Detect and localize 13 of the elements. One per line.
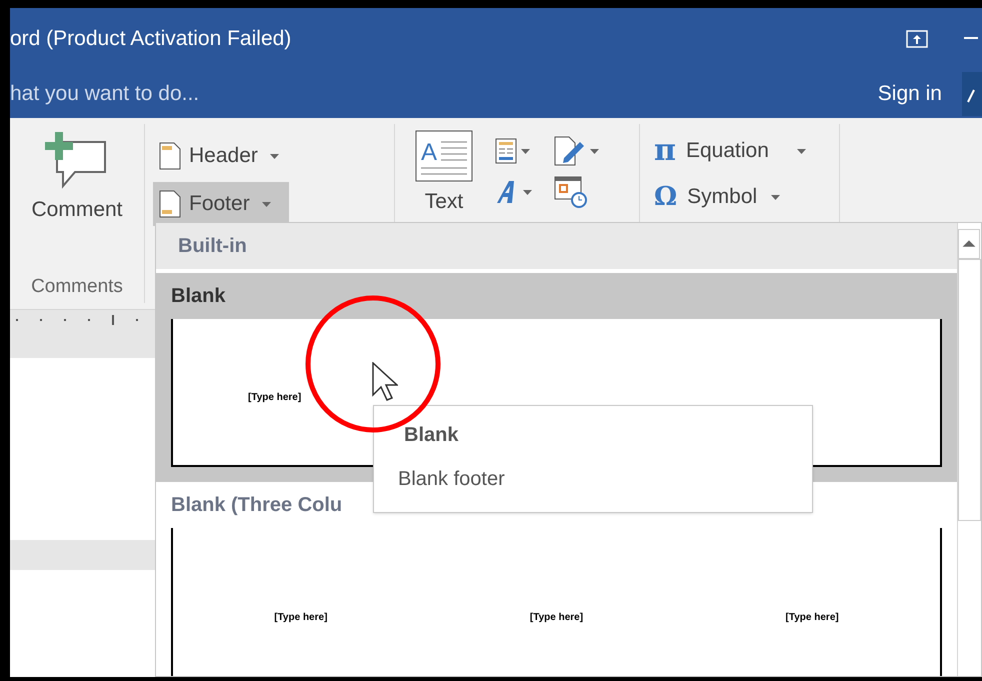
- group-label: Comments: [31, 274, 123, 298]
- window-title: ord (Product Activation Failed): [10, 26, 292, 52]
- placeholder-text: [Type here]: [530, 610, 584, 624]
- item-title: Blank: [171, 284, 226, 309]
- placeholder-text: [Type here]: [786, 610, 839, 624]
- omega-icon: Ω: [654, 184, 678, 210]
- group-label: Text: [424, 190, 464, 214]
- placeholder-text: [Type here]: [274, 610, 328, 624]
- tooltip-title: Blank: [403, 423, 460, 448]
- pi-icon: π: [654, 136, 676, 166]
- section-heading: Built-in: [178, 234, 247, 259]
- item-title: Blank (Three Colu: [171, 493, 344, 518]
- placeholder-text: [Type here]: [248, 390, 302, 404]
